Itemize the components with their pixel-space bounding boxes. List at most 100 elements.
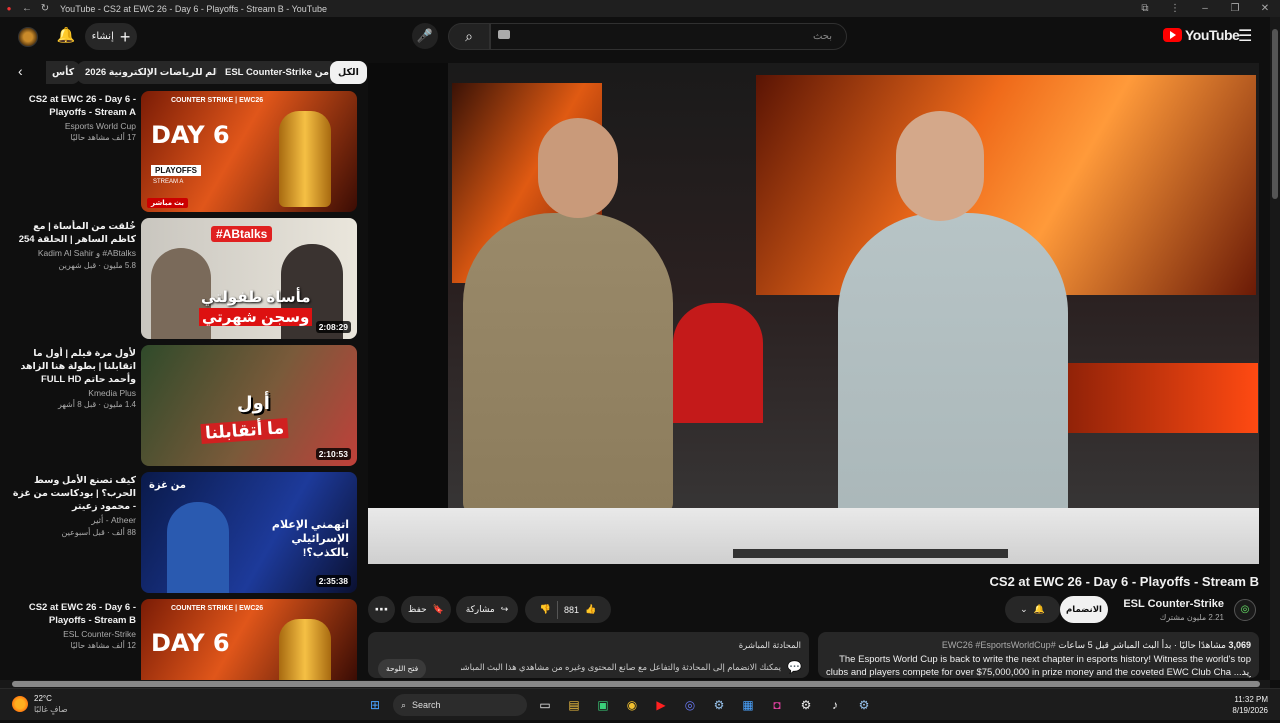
duration-badge: 2:35:38 xyxy=(315,575,351,587)
dislike-icon[interactable]: 👎 xyxy=(540,604,551,615)
list-item[interactable]: كيف تصنع الأمل وسط الحرب؟ | بودكاست من غ… xyxy=(0,472,360,596)
voice-search-mic-icon[interactable]: 🎤 xyxy=(412,23,438,49)
rec-channel[interactable]: ESL Counter-Strike xyxy=(8,629,136,639)
share-button[interactable]: مشاركة ↪ xyxy=(456,596,518,623)
desk-bar xyxy=(733,549,1008,558)
divider xyxy=(556,600,558,619)
chevron-down-icon: ⌄ xyxy=(1020,604,1028,614)
list-item[interactable]: خُلقت من المأساة | مع كاظم الساهر | الحل… xyxy=(0,218,360,342)
system-clock[interactable]: 11:32 PM 8/19/2026 xyxy=(1222,694,1268,716)
join-button[interactable]: الانضمام xyxy=(1060,596,1108,623)
video-title: CS2 at EWC 26 - Day 6 - Playoffs - Strea… xyxy=(989,574,1259,589)
store-icon[interactable]: ▦ xyxy=(737,694,759,716)
steam-client-icon[interactable]: ⚙ xyxy=(853,694,875,716)
rec-channel[interactable]: Kmedia Plus xyxy=(8,388,136,398)
list-item[interactable]: CS2 at EWC 26 - Day 6 - Playoffs - Strea… xyxy=(0,91,360,215)
rec-stats: 88 ألف · قبل أسبوعين xyxy=(61,528,136,537)
refresh-icon[interactable]: ↻ xyxy=(36,3,54,14)
discord-icon[interactable]: ◎ xyxy=(679,694,701,716)
thumb-line1: أول xyxy=(237,393,270,413)
channel-name[interactable]: ESL Counter-Strike xyxy=(1114,598,1224,610)
view-count: 3,069 xyxy=(1228,640,1251,650)
close-button[interactable]: ✕ xyxy=(1250,3,1280,14)
search-button[interactable]: ⌕ xyxy=(448,23,490,50)
rec-thumbnail[interactable]: #ABtalks مأساة طفولتي وسجن شهرتي 2:08:29 xyxy=(141,218,357,339)
keyboard-icon[interactable] xyxy=(498,30,510,39)
weather-condition: صافٍ غالبًا xyxy=(34,705,68,714)
instagram-icon[interactable]: ◘ xyxy=(766,694,788,716)
duration-badge: 2:10:53 xyxy=(315,448,351,460)
tiktok-icon[interactable]: ♪ xyxy=(824,694,846,716)
channel-avatar[interactable]: ◎ xyxy=(1234,599,1256,621)
rec-thumbnail[interactable]: COUNTER STRIKE | EWC26 DAY 6 PLAYOFFS ST… xyxy=(141,91,357,212)
chrome-icon[interactable]: ◉ xyxy=(621,694,643,716)
browser-titlebar: ● ← ↻ YouTube - CS2 at EWC 26 - Day 6 - … xyxy=(0,0,1280,17)
description-panel[interactable]: 3,069 مشاهدًا حاليًا · بدأ البث المباشر … xyxy=(818,632,1259,678)
chip-all[interactable]: الكل xyxy=(330,61,367,84)
notification-settings-button[interactable]: ⌄ 🔔 xyxy=(1005,596,1060,623)
caster-left-head xyxy=(538,118,618,218)
list-item[interactable]: لأول مرة فيلم | أول ما اتقابلنا | بطولة … xyxy=(0,345,360,469)
youtube-logo[interactable]: YouTube xyxy=(1163,27,1240,43)
open-panel-button[interactable]: فتح اللوحة xyxy=(378,659,427,678)
rec-stats: 1.4 مليون · قبل 8 أشهر xyxy=(57,400,136,409)
like-count[interactable]: 881 xyxy=(564,605,579,615)
chat-body: يمكنك الانضمام إلى المحادثة والتفاعل مع … xyxy=(461,662,781,672)
minimize-button[interactable]: – xyxy=(1190,3,1220,14)
chip-cup[interactable]: كأس xyxy=(46,61,81,84)
back-arrow-icon[interactable]: ← xyxy=(18,3,36,14)
guest-figure xyxy=(167,502,229,593)
vertical-scroll-thumb[interactable] xyxy=(1272,29,1278,199)
task-view-icon[interactable]: ▭ xyxy=(534,694,556,716)
chat-bubble-icon: 💬 xyxy=(787,660,802,674)
rec-thumbnail[interactable]: أول ما أتقابلنا 2:10:53 xyxy=(141,345,357,466)
rec-channel[interactable]: ABtalks# و Kadim Al Sahir xyxy=(8,248,136,259)
search-input[interactable] xyxy=(491,24,846,49)
like-dislike-group: 👎 881 👍 xyxy=(525,596,611,623)
chips-scroll-left-icon[interactable]: ‹ xyxy=(18,63,36,79)
settings-icon[interactable]: ⚙ xyxy=(795,694,817,716)
steam-icon[interactable]: ⚙ xyxy=(708,694,730,716)
more-actions-button[interactable]: ⋯ xyxy=(368,596,395,623)
video-player[interactable] xyxy=(368,63,1259,564)
show-more-link[interactable]: ...المزيد xyxy=(1234,667,1251,678)
weather-widget[interactable]: 22°C صافٍ غالبًا xyxy=(12,693,68,715)
chip-from-esl[interactable]: من ESL Counter-Strike xyxy=(217,61,338,84)
rec-title[interactable]: لأول مرة فيلم | أول ما اتقابلنا | بطولة … xyxy=(8,347,136,386)
thumb-stream: STREAM A xyxy=(153,179,184,185)
background-person xyxy=(673,303,763,423)
thumb-brand: COUNTER STRIKE | EWC26 xyxy=(171,97,264,104)
like-icon[interactable]: 👍 xyxy=(585,604,596,615)
extensions-icon[interactable]: ⧉ xyxy=(1130,3,1160,14)
rec-title[interactable]: CS2 at EWC 26 - Day 6 - Playoffs - Strea… xyxy=(8,93,136,119)
save-button[interactable]: حفظ 🔖 xyxy=(401,596,451,623)
rec-stats: 5.8 مليون · قبل شهرين xyxy=(58,261,136,270)
vertical-scrollbar[interactable] xyxy=(1270,17,1280,680)
menu-dots-icon[interactable]: ⋮ xyxy=(1160,3,1190,14)
filter-chips: ‹ كأس كأس العالم للرياضات الإلكترونية 20… xyxy=(0,61,367,85)
search-field[interactable] xyxy=(490,23,847,50)
account-avatar[interactable] xyxy=(18,27,38,47)
subscriber-count: 2.21 مليون مشترك xyxy=(1159,613,1224,622)
youtube-app-icon[interactable]: ▶ xyxy=(650,694,672,716)
rec-channel[interactable]: Esports World Cup xyxy=(8,121,136,131)
notifications-bell-icon[interactable]: 🔔 xyxy=(56,26,76,46)
plus-icon: + xyxy=(119,26,131,47)
taskbar-search[interactable]: ⌕ Search xyxy=(393,694,527,716)
rec-title[interactable]: كيف تصنع الأمل وسط الحرب؟ | بودكاست من غ… xyxy=(8,474,136,513)
create-button[interactable]: إنشاء + xyxy=(85,23,137,50)
guide-menu-icon[interactable]: ☰ xyxy=(1238,26,1252,46)
horizontal-scroll-thumb[interactable] xyxy=(12,681,1260,687)
hashtags[interactable]: #EWC26 #EsportsWorldCup xyxy=(942,640,1056,650)
restore-button[interactable]: ❐ xyxy=(1220,3,1250,14)
description-line2-text: clubs and players compete for over $75,0… xyxy=(826,667,1232,678)
horizontal-scrollbar[interactable] xyxy=(0,680,1270,688)
rec-title[interactable]: CS2 at EWC 26 - Day 6 - Playoffs - Strea… xyxy=(8,601,136,627)
rec-channel[interactable]: Atheer - أثير xyxy=(8,515,136,526)
file-explorer-icon[interactable]: ▤ xyxy=(563,694,585,716)
rec-thumbnail[interactable]: COUNTER STRIKE | EWC26 DAY 6 xyxy=(141,599,357,680)
app-icon[interactable]: ▣ xyxy=(592,694,614,716)
windows-start-icon[interactable]: ⊞ xyxy=(364,694,386,716)
rec-thumbnail[interactable]: من غزة اتهمني الإعلام الإسرائيلي بالكذب؟… xyxy=(141,472,357,593)
rec-title[interactable]: خُلقت من المأساة | مع كاظم الساهر | الحل… xyxy=(8,220,136,246)
